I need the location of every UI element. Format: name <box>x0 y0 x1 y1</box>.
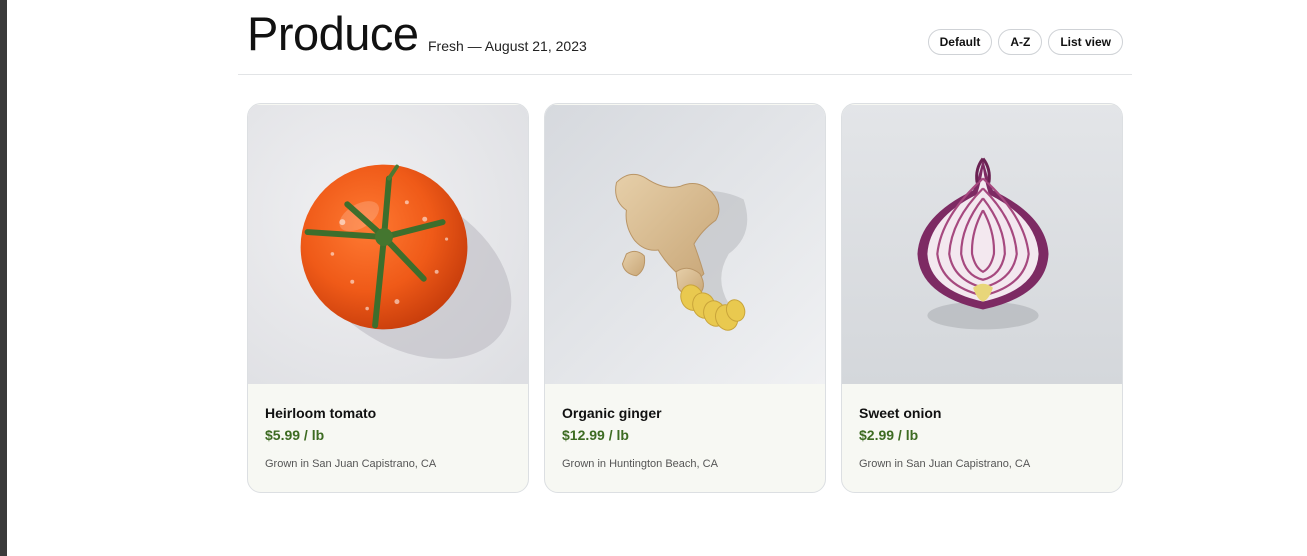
product-name: Sweet onion <box>859 405 942 421</box>
header-divider <box>238 74 1132 75</box>
product-info: Heirloom tomato $5.99 / lb Grown in San … <box>265 404 511 471</box>
list-view-button[interactable]: List view <box>1048 29 1123 55</box>
product-grid: Heirloom tomato $5.99 / lb Grown in San … <box>247 103 1123 493</box>
product-price: $2.99 / lb <box>859 427 919 443</box>
window-edge <box>0 0 7 556</box>
onion-photo <box>842 104 1122 385</box>
product-name: Heirloom tomato <box>265 405 377 421</box>
tomato-photo <box>248 104 528 385</box>
product-price: $12.99 / lb <box>562 427 629 443</box>
product-card[interactable]: Sweet onion $2.99 / lb Grown in San Juan… <box>841 103 1123 493</box>
product-name: Organic ginger <box>562 405 662 421</box>
sort-default-button[interactable]: Default <box>927 29 993 55</box>
sort-az-button[interactable]: A-Z <box>998 29 1043 55</box>
page-title: Produce <box>247 7 419 60</box>
product-origin: Grown in San Juan Capistrano, CA <box>859 458 1031 470</box>
product-origin: Grown in San Juan Capistrano, CA <box>265 458 437 470</box>
product-card[interactable]: Organic ginger $12.99 / lb Grown in Hunt… <box>544 103 826 493</box>
ginger-photo <box>545 104 825 385</box>
product-info: Sweet onion $2.99 / lb Grown in San Juan… <box>859 404 1105 471</box>
view-controls: Default A-Z List view <box>927 29 1123 55</box>
product-origin: Grown in Huntington Beach, CA <box>562 458 718 470</box>
page-header: Produce Fresh — August 21, 2023 Default … <box>247 0 1131 74</box>
product-info: Organic ginger $12.99 / lb Grown in Hunt… <box>562 404 808 471</box>
product-price: $5.99 / lb <box>265 427 325 443</box>
page-subtitle: Fresh — August 21, 2023 <box>428 38 587 54</box>
product-card[interactable]: Heirloom tomato $5.99 / lb Grown in San … <box>247 103 529 493</box>
